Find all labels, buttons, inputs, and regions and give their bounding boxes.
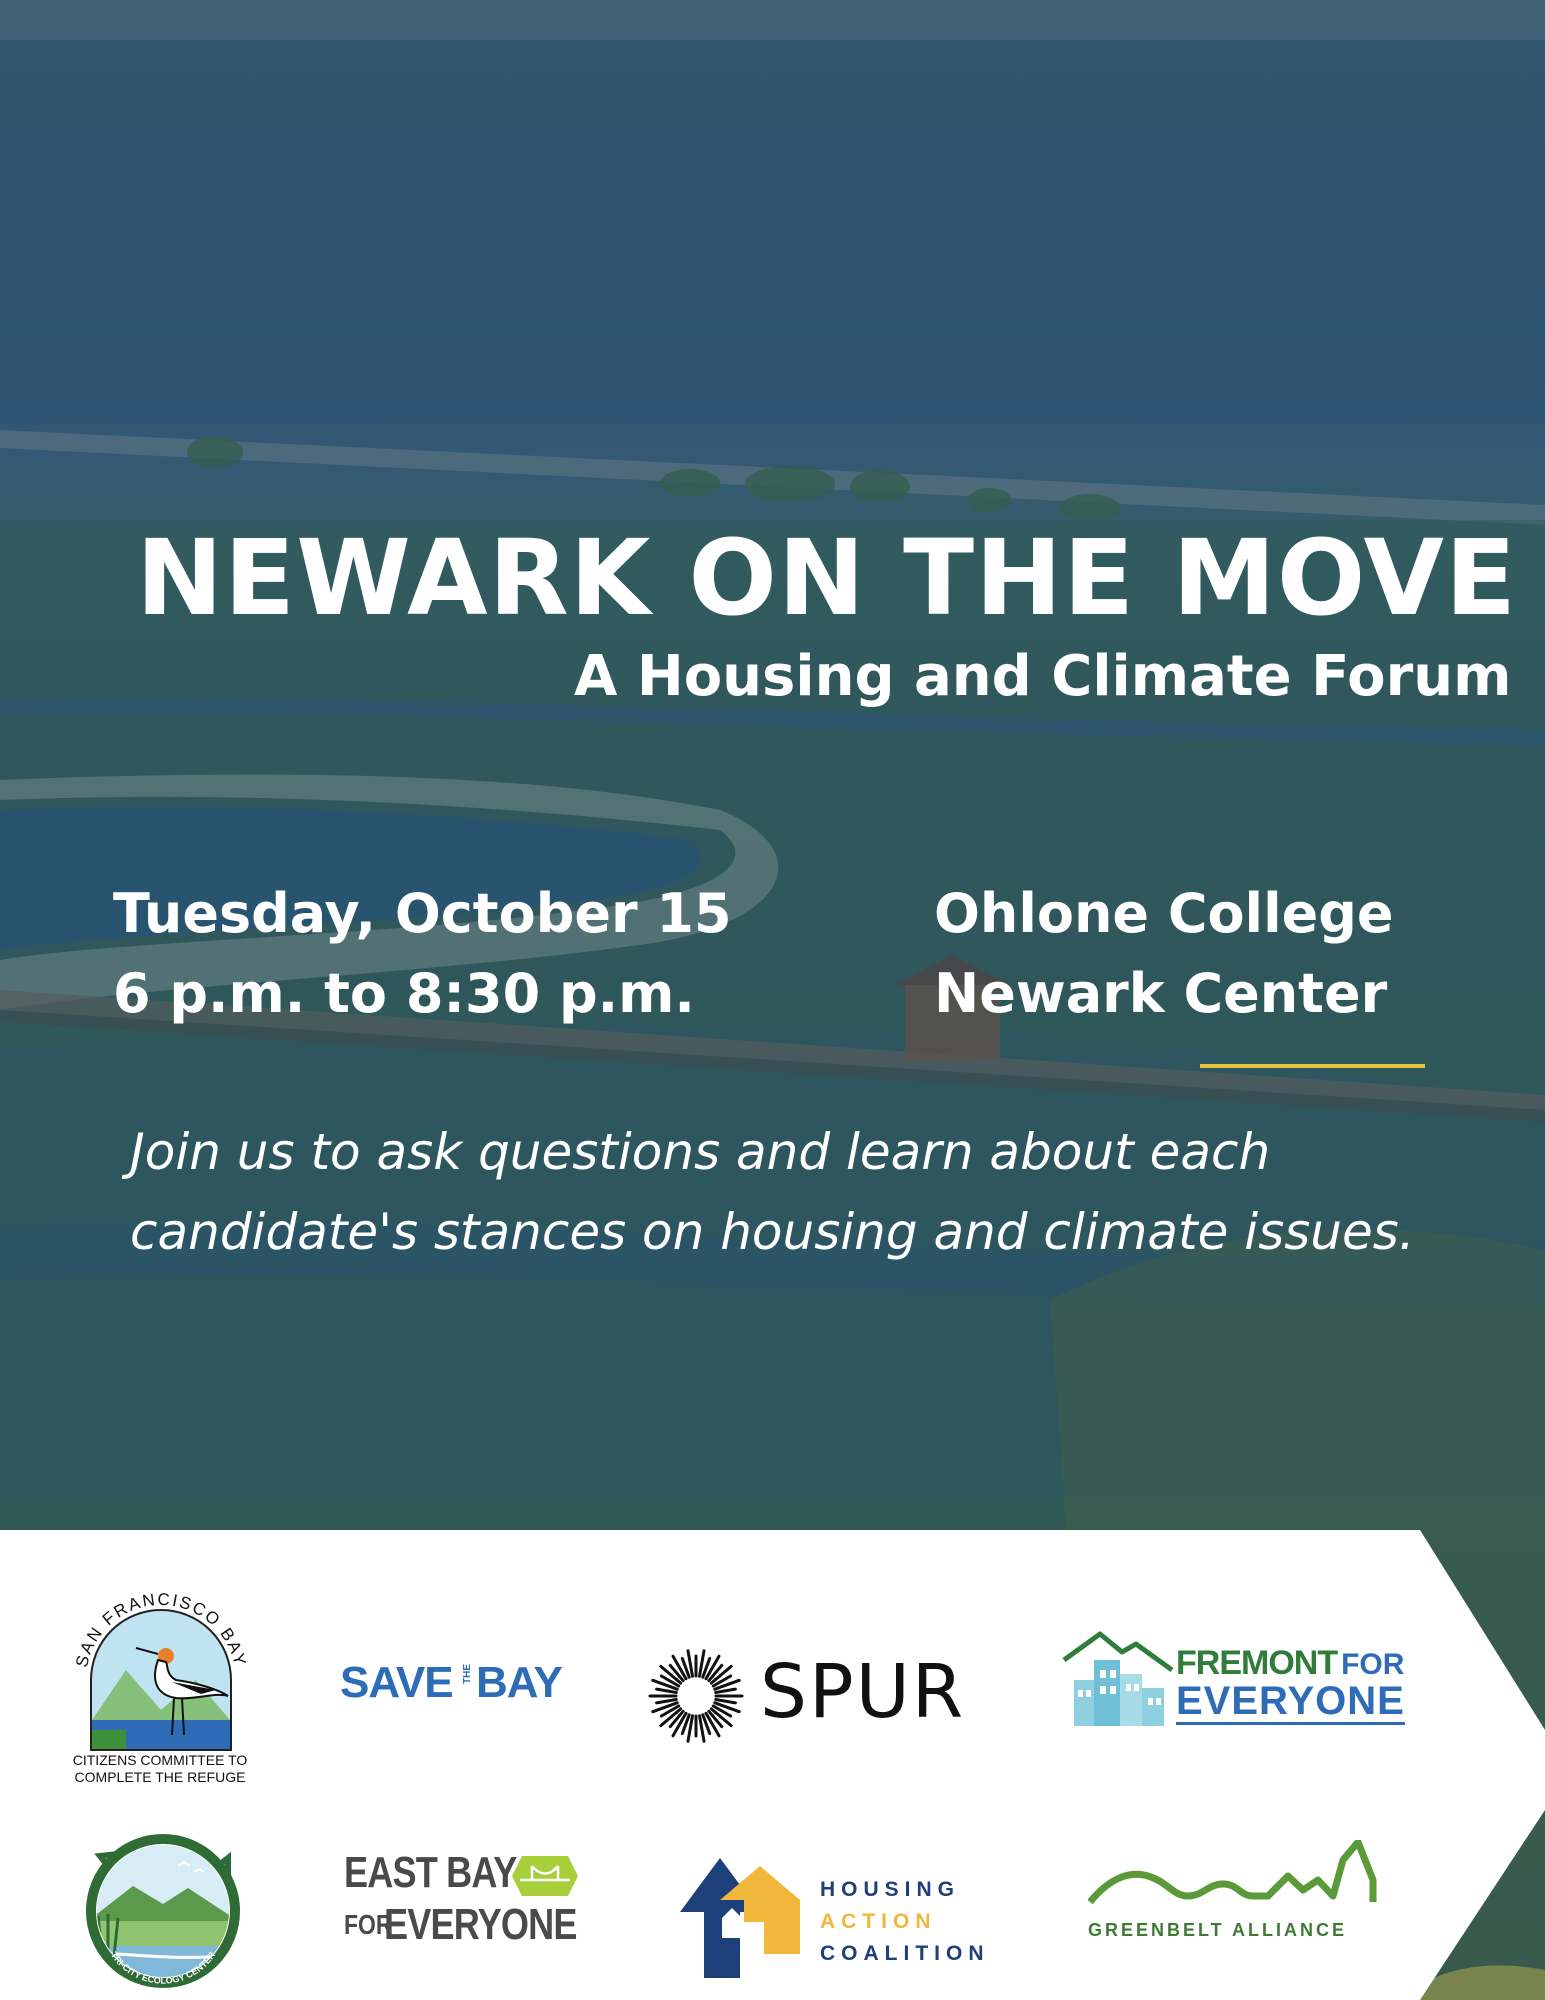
save-the-bay-bay: BAY — [476, 1658, 563, 1707]
venue-name: Ohlone College — [934, 882, 1394, 945]
greenbelt-alliance-logo: GREENBELT ALLIANCE — [1080, 1840, 1380, 1960]
east-bay-for-everyone-logo: EAST BAY FOR EVERYONE — [340, 1848, 590, 1968]
hac-coalition-text: COALITION — [820, 1942, 990, 1965]
city-skyline-icon — [1062, 1631, 1174, 1726]
house-arrows-icon — [680, 1858, 800, 1978]
hills-homes-icon — [1088, 1840, 1377, 1905]
event-date: Tuesday, October 15 — [113, 882, 732, 945]
save-the-bay-save: SAVE — [340, 1658, 454, 1707]
hac-action-text: ACTION — [820, 1910, 937, 1933]
fremont-for-text: FOR — [1341, 1648, 1405, 1681]
sunburst-ray — [655, 1687, 678, 1694]
east-bay-everyone-text: EVERYONE — [384, 1900, 577, 1949]
sunburst-ray — [714, 1687, 737, 1694]
fremont-everyone-text: EVERYONE — [1176, 1679, 1405, 1725]
event-title: NEWARK ON THE MOVE — [136, 517, 1518, 639]
event-datetime: Tuesday, October 15 6 p.m. to 8:30 p.m. — [113, 874, 732, 1034]
description-line-2: candidate's stances on housing and clima… — [130, 1203, 1415, 1261]
greenbelt-wordmark: GREENBELT ALLIANCE — [1088, 1920, 1347, 1940]
event-time: 6 p.m. to 8:30 p.m. — [113, 962, 695, 1025]
spur-logo: SPUR — [648, 1640, 1008, 1743]
save-the-bay-the: THE — [462, 1664, 473, 1684]
event-subtitle: A Housing and Climate Forum — [574, 644, 1512, 709]
sunburst-icon — [648, 1649, 744, 1743]
bridge-hexagon-icon — [512, 1856, 578, 1896]
event-description: Join us to ask questions and learn about… — [130, 1112, 1510, 1272]
sf-bay-caption-line-1: CITIZENS COMMITTEE TO — [72, 1752, 248, 1768]
housing-action-coalition-logo: HOUSING ACTION COALITION — [660, 1842, 1020, 1992]
sunburst-ray — [714, 1698, 737, 1705]
hac-housing-text: HOUSING — [820, 1878, 961, 1901]
event-venue: Ohlone College Newark Center — [934, 874, 1393, 1034]
sunburst-ray — [655, 1698, 678, 1705]
hac-wordmark: HOUSING ACTION COALITION — [820, 1874, 990, 1970]
fremont-text: FREMONT — [1176, 1644, 1338, 1682]
fremont-for-wordmark: FREMONT FOR — [1176, 1644, 1404, 1683]
sf-bay-refuge-logo: SAN FRANCISCO BAY — [72, 1590, 248, 1751]
sf-bay-caption: CITIZENS COMMITTEE TO COMPLETE THE REFUG… — [40, 1752, 280, 1786]
fremont-for-everyone-logo: FREMONT FOR EVERYONE — [1060, 1630, 1420, 1750]
venue-center: Newark Center — [934, 962, 1388, 1025]
save-the-bay-logo: SAVE THE BAY — [340, 1658, 590, 1708]
sponsor-panel: SAN FRANCISCO BAY CITIZENS COMMITTEE TO … — [0, 1530, 1545, 2000]
sf-bay-caption-line-2: COMPLETE THE REFUGE — [74, 1769, 246, 1785]
description-line-1: Join us to ask questions and learn about… — [130, 1123, 1271, 1181]
east-bay-text: EAST BAY — [344, 1848, 517, 1897]
spur-wordmark: SPUR — [760, 1649, 966, 1735]
accent-divider — [1200, 1064, 1425, 1068]
tri-city-ecology-center-logo: TRI-CITY ECOLOGY CENTER — [86, 1834, 240, 1988]
